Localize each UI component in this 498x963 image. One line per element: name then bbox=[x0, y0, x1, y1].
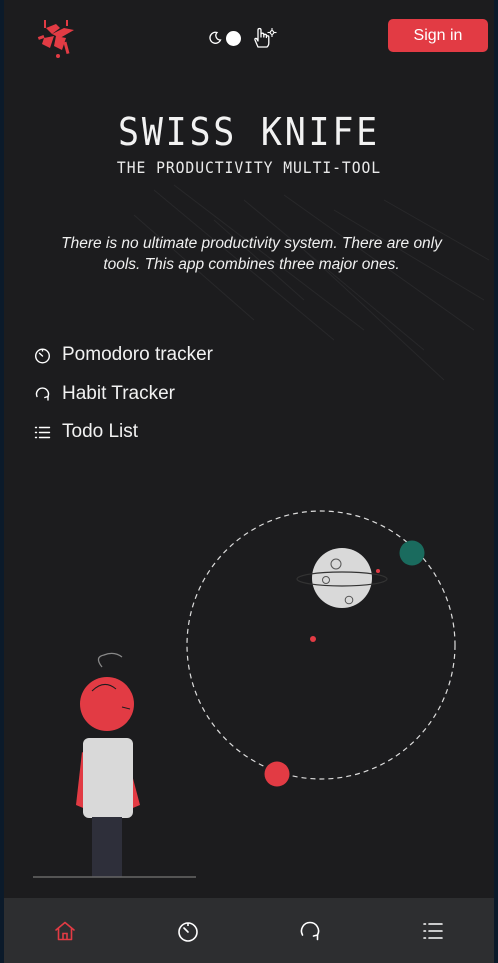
timer-icon bbox=[34, 347, 51, 364]
person-figure bbox=[33, 652, 196, 878]
red-planet bbox=[264, 761, 290, 787]
toggle-knob[interactable] bbox=[226, 30, 241, 46]
nav-habits[interactable] bbox=[290, 911, 330, 951]
theme-toggle[interactable] bbox=[208, 24, 288, 52]
feature-label: Habit Tracker bbox=[62, 382, 175, 404]
list-icon bbox=[422, 922, 443, 939]
nav-pomodoro[interactable] bbox=[168, 911, 208, 951]
feature-habit-tracker[interactable]: Habit Tracker bbox=[34, 379, 334, 409]
list-icon bbox=[34, 426, 51, 438]
swiss-knife-logo[interactable] bbox=[30, 14, 78, 62]
nav-todo[interactable] bbox=[413, 911, 453, 951]
timer-icon bbox=[177, 921, 198, 942]
tagline: There is no ultimate productivity system… bbox=[61, 235, 442, 273]
moon-planet bbox=[296, 548, 388, 608]
page-subtitle: THE PRODUCTIVITY MULTI-TOOL bbox=[116, 158, 382, 177]
sign-in-button[interactable]: Sign in bbox=[388, 19, 488, 52]
refresh-icon bbox=[300, 921, 320, 940]
teal-planet bbox=[399, 540, 425, 566]
nav-home[interactable] bbox=[45, 911, 85, 951]
home-icon bbox=[55, 921, 76, 940]
app-frame: Sign in SWISS KNIFE THE PRODUCTIVITY MUL… bbox=[4, 0, 494, 963]
page-title: SWISS KNIFE bbox=[118, 110, 380, 154]
feature-label: Pomodoro tracker bbox=[62, 344, 214, 365]
moon-icon bbox=[209, 31, 222, 44]
astronaut-illustration bbox=[33, 510, 456, 878]
feature-todo-list[interactable]: Todo List bbox=[34, 417, 334, 447]
feature-list: Pomodoro tracker Habit Tracker Todo List bbox=[34, 340, 334, 456]
pointer-hand-icon bbox=[254, 27, 277, 48]
orbit-center-dot bbox=[310, 636, 316, 642]
bottom-navigation bbox=[4, 898, 494, 963]
feature-label: Todo List bbox=[62, 421, 139, 442]
feature-pomodoro[interactable]: Pomodoro tracker bbox=[34, 340, 334, 370]
header: Sign in bbox=[4, 0, 494, 70]
refresh-icon bbox=[35, 387, 50, 401]
